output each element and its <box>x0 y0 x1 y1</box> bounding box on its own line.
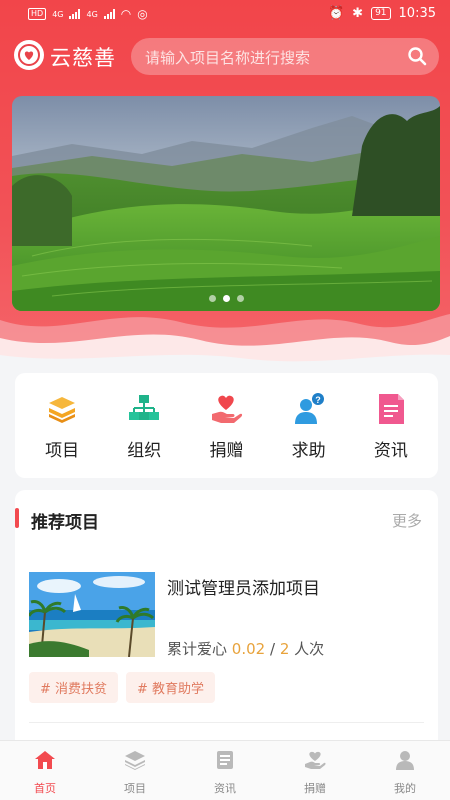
project-name: 测试管理员添加项目 <box>167 579 320 599</box>
category-item-news[interactable]: 资讯 <box>356 391 426 461</box>
search-placeholder: 请输入项目名称进行搜索 <box>145 49 311 67</box>
signal-icon-2 <box>103 9 115 19</box>
news-icon <box>216 750 234 774</box>
document-icon <box>373 391 409 427</box>
person-question-icon: ? <box>291 391 327 427</box>
layers-icon <box>124 750 146 774</box>
tab-label: 资讯 <box>214 782 236 795</box>
books-icon <box>44 391 80 427</box>
category-item-organization[interactable]: 组织 <box>109 391 179 461</box>
donor-count: 2 <box>279 640 290 658</box>
tea-plantation-image <box>12 96 440 311</box>
app-header: 云慈善 请输入项目名称进行搜索 <box>0 34 450 80</box>
category-item-help[interactable]: ? 求助 <box>274 391 344 461</box>
stats-label: 累计爱心 <box>167 640 228 658</box>
category-label: 组织 <box>127 440 162 461</box>
alarm-icon: ⏰ <box>327 6 345 21</box>
wifi-icon: ◠ <box>120 7 132 21</box>
tag-consumer-poverty-relief[interactable]: # 消费扶贫 <box>29 672 119 703</box>
heart-hand-icon <box>208 391 244 427</box>
category-label: 项目 <box>45 440 80 461</box>
tab-label: 首页 <box>34 782 56 795</box>
tag-education-aid[interactable]: # 教育助学 <box>126 672 216 703</box>
search-input[interactable]: 请输入项目名称进行搜索 <box>131 38 439 75</box>
nfc-icon: ◎ <box>137 7 148 21</box>
tab-label: 项目 <box>124 782 146 795</box>
tab-news[interactable]: 资讯 <box>180 741 270 800</box>
tab-mine[interactable]: 我的 <box>360 741 450 800</box>
clock-time: 10:35 <box>398 6 436 21</box>
divider <box>29 722 424 723</box>
count-unit: 人次 <box>294 640 325 658</box>
project-tags: # 消费扶贫 # 教育助学 <box>29 672 216 703</box>
beach-image <box>29 572 155 657</box>
signal-icon <box>69 9 81 19</box>
category-item-project[interactable]: 项目 <box>27 391 97 461</box>
category-item-donate[interactable]: 捐赠 <box>191 391 261 461</box>
org-chart-icon <box>126 391 162 427</box>
hero-banner-carousel[interactable] <box>12 96 440 311</box>
recommended-section: 推荐项目 更多 测试管理员添加项目 累计爱心 0.02 / 2 人次 # 消费扶… <box>15 490 438 750</box>
tab-home[interactable]: 首页 <box>0 741 90 800</box>
app-brand-title: 云慈善 <box>50 46 116 70</box>
home-icon <box>34 750 56 774</box>
more-link[interactable]: 更多 <box>392 510 422 531</box>
project-stats: 累计爱心 0.02 / 2 人次 <box>167 638 324 659</box>
decorative-wave <box>0 314 450 370</box>
section-accent-bar <box>15 508 19 528</box>
category-label: 捐赠 <box>209 440 244 461</box>
category-label: 求助 <box>291 440 326 461</box>
tab-label: 我的 <box>394 782 416 795</box>
bluetooth-icon: ✱ <box>352 6 364 21</box>
bottom-tab-bar: 首页 项目 资讯 捐赠 我的 <box>0 740 450 800</box>
svg-text:?: ? <box>315 395 321 405</box>
network-2-label: 4G <box>86 9 98 19</box>
love-amount: 0.02 <box>231 640 266 658</box>
stats-separator: / <box>269 640 276 658</box>
user-icon <box>395 750 415 774</box>
category-grid: 项目 组织 捐赠 ? 求助 资讯 <box>15 373 438 478</box>
category-label: 资讯 <box>373 440 408 461</box>
donate-icon <box>304 750 326 774</box>
battery-icon: 91 <box>371 7 391 20</box>
tab-label: 捐赠 <box>304 782 326 795</box>
project-thumbnail[interactable] <box>29 572 155 657</box>
search-icon[interactable] <box>407 46 427 70</box>
charity-logo-icon <box>14 40 44 70</box>
network-1-label: 4G <box>52 9 64 19</box>
section-title: 推荐项目 <box>31 513 99 533</box>
tab-projects[interactable]: 项目 <box>90 741 180 800</box>
tab-donate[interactable]: 捐赠 <box>270 741 360 800</box>
hd-badge: HD <box>28 8 47 20</box>
status-bar: HD 4G 4G ◠ ◎ ⏰ ✱ 91 10:35 <box>0 0 450 28</box>
